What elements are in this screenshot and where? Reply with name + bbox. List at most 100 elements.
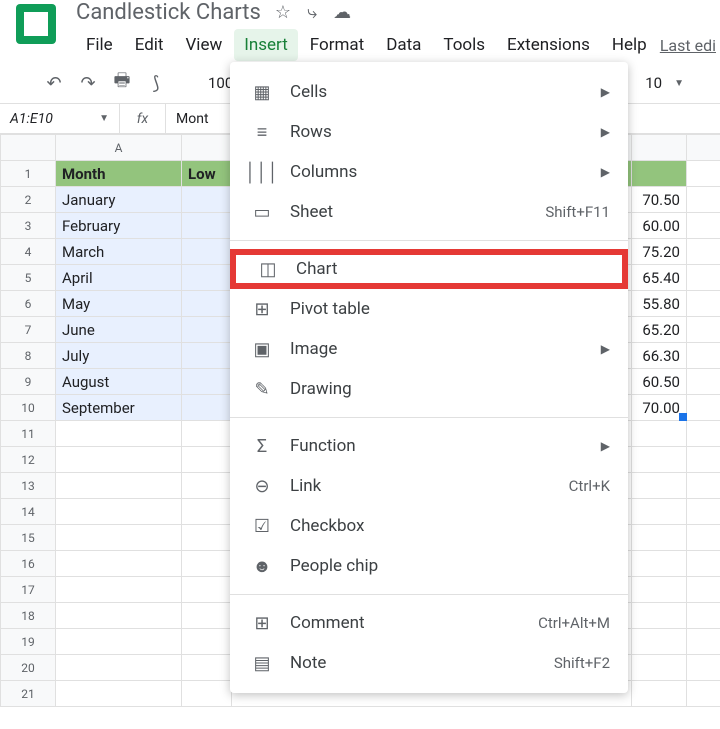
font-size-select[interactable]: 10 ▼ bbox=[637, 74, 692, 92]
cell-month[interactable]: April bbox=[56, 265, 182, 291]
cell[interactable] bbox=[182, 577, 232, 603]
cell-value[interactable]: 55.80 bbox=[632, 291, 687, 317]
cell[interactable] bbox=[687, 603, 720, 629]
row-header[interactable]: 2 bbox=[1, 187, 56, 213]
row-header[interactable]: 3 bbox=[1, 213, 56, 239]
cell[interactable] bbox=[56, 421, 182, 447]
cell-value[interactable]: 66.30 bbox=[632, 343, 687, 369]
cell-month[interactable]: August bbox=[56, 369, 182, 395]
cell[interactable] bbox=[56, 655, 182, 681]
cell[interactable] bbox=[632, 447, 687, 473]
cell-month[interactable]: July bbox=[56, 343, 182, 369]
insert-image[interactable]: ▣Image▶ bbox=[230, 329, 628, 369]
row-header[interactable]: 13 bbox=[1, 473, 56, 499]
cell[interactable] bbox=[182, 213, 232, 239]
cell[interactable] bbox=[632, 161, 687, 187]
select-all-corner[interactable] bbox=[1, 135, 56, 161]
document-title[interactable]: Candlestick Charts bbox=[76, 0, 261, 25]
insert-note[interactable]: ▤NoteShift+F2 bbox=[230, 643, 628, 683]
row-header[interactable]: 21 bbox=[1, 681, 56, 707]
cell[interactable] bbox=[182, 447, 232, 473]
row-header[interactable]: 15 bbox=[1, 525, 56, 551]
cell[interactable] bbox=[182, 421, 232, 447]
cell-value[interactable]: 75.20 bbox=[632, 239, 687, 265]
cell[interactable] bbox=[687, 291, 720, 317]
last-edit-link[interactable]: Last edi bbox=[660, 36, 720, 55]
cell[interactable] bbox=[182, 473, 232, 499]
cell[interactable] bbox=[687, 577, 720, 603]
cell-month[interactable]: January bbox=[56, 187, 182, 213]
column-header[interactable]: A bbox=[56, 135, 182, 161]
cell[interactable] bbox=[56, 473, 182, 499]
cell[interactable] bbox=[182, 265, 232, 291]
cell[interactable] bbox=[182, 369, 232, 395]
insert-checkbox[interactable]: ☑Checkbox bbox=[230, 506, 628, 546]
cell[interactable] bbox=[632, 603, 687, 629]
cell[interactable] bbox=[632, 629, 687, 655]
selection-drag-handle[interactable] bbox=[679, 413, 687, 421]
menu-extensions[interactable]: Extensions bbox=[497, 29, 600, 61]
cell[interactable] bbox=[56, 447, 182, 473]
star-icon[interactable]: ☆ bbox=[275, 2, 291, 23]
cell[interactable] bbox=[182, 239, 232, 265]
cell[interactable] bbox=[687, 161, 720, 187]
row-header[interactable]: 1 bbox=[1, 161, 56, 187]
cell[interactable] bbox=[687, 525, 720, 551]
insert-columns[interactable]: │││Columns▶ bbox=[230, 152, 628, 192]
column-header[interactable] bbox=[182, 135, 232, 161]
insert-function[interactable]: ΣFunction▶ bbox=[230, 426, 628, 466]
cell-header[interactable]: Low bbox=[182, 161, 232, 187]
menu-edit[interactable]: Edit bbox=[125, 29, 174, 61]
cell-value[interactable]: 70.50 bbox=[632, 187, 687, 213]
insert-link[interactable]: ⊖LinkCtrl+K bbox=[230, 466, 628, 506]
name-box[interactable]: A1:E10 ▼ bbox=[0, 104, 120, 133]
print-icon[interactable]: 🖶 bbox=[108, 69, 136, 97]
row-header[interactable]: 16 bbox=[1, 551, 56, 577]
menu-view[interactable]: View bbox=[175, 29, 232, 61]
insert-rows[interactable]: ≡Rows▶ bbox=[230, 112, 628, 152]
cell[interactable] bbox=[182, 629, 232, 655]
menu-help[interactable]: Help bbox=[602, 29, 657, 61]
insert-pivot-table[interactable]: ⊞Pivot table bbox=[230, 289, 628, 329]
cell[interactable] bbox=[182, 395, 232, 421]
cell[interactable] bbox=[182, 525, 232, 551]
row-header[interactable]: 7 bbox=[1, 317, 56, 343]
menu-data[interactable]: Data bbox=[376, 29, 431, 61]
column-header[interactable] bbox=[687, 135, 720, 161]
cell[interactable] bbox=[56, 499, 182, 525]
cell[interactable] bbox=[687, 681, 720, 707]
cell[interactable] bbox=[632, 525, 687, 551]
undo-icon[interactable]: ↶ bbox=[40, 69, 68, 97]
cell-month[interactable]: June bbox=[56, 317, 182, 343]
cell[interactable] bbox=[182, 551, 232, 577]
cell[interactable] bbox=[687, 551, 720, 577]
cell[interactable] bbox=[56, 577, 182, 603]
cell[interactable] bbox=[56, 629, 182, 655]
cell[interactable] bbox=[182, 499, 232, 525]
insert-people-chip[interactable]: ☻People chip bbox=[230, 546, 628, 586]
cell[interactable] bbox=[687, 421, 720, 447]
cell-value[interactable]: 60.00 bbox=[632, 213, 687, 239]
cell[interactable] bbox=[56, 551, 182, 577]
cell[interactable] bbox=[56, 603, 182, 629]
cell[interactable] bbox=[182, 681, 232, 707]
cell[interactable] bbox=[687, 343, 720, 369]
cell[interactable] bbox=[687, 473, 720, 499]
cell[interactable] bbox=[687, 447, 720, 473]
cell-month[interactable]: September bbox=[56, 395, 182, 421]
cell[interactable] bbox=[632, 577, 687, 603]
cell-value[interactable]: 70.00 bbox=[632, 395, 687, 421]
menu-tools[interactable]: Tools bbox=[433, 29, 495, 61]
move-icon[interactable]: ⤷ bbox=[307, 2, 317, 23]
insert-cells[interactable]: ▦Cells▶ bbox=[230, 72, 628, 112]
row-header[interactable]: 17 bbox=[1, 577, 56, 603]
cell[interactable] bbox=[632, 551, 687, 577]
row-header[interactable]: 19 bbox=[1, 629, 56, 655]
row-header[interactable]: 18 bbox=[1, 603, 56, 629]
cell[interactable] bbox=[687, 239, 720, 265]
cell[interactable] bbox=[687, 317, 720, 343]
cell-value[interactable]: 60.50 bbox=[632, 369, 687, 395]
cell[interactable] bbox=[632, 499, 687, 525]
cell-value[interactable]: 65.20 bbox=[632, 317, 687, 343]
cell[interactable] bbox=[56, 525, 182, 551]
